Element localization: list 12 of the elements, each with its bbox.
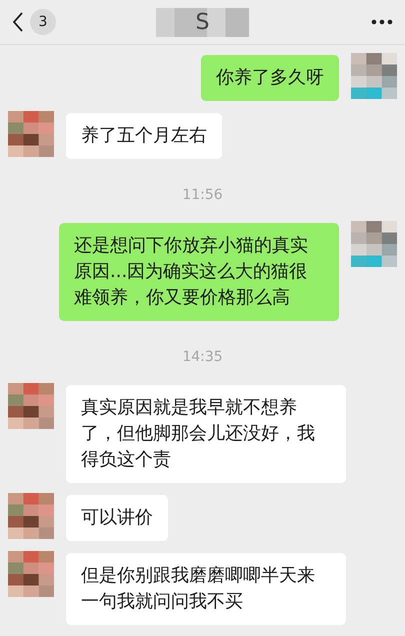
back-icon[interactable] xyxy=(12,11,24,33)
message-bubble: 你养了多久呀 xyxy=(201,55,339,101)
unread-badge: 3 xyxy=(30,9,56,35)
message-bubble: 真实原因就是我早就不想养了，但他脚那会儿还没好，我得负这个责 xyxy=(66,385,346,483)
message-bubble: 可以讲价 xyxy=(66,495,168,541)
message-bubble: 但是你别跟我磨磨唧唧半天来一句我就问问我不买 xyxy=(66,553,346,625)
timestamp: 11:56 xyxy=(182,187,223,203)
timestamp: 14:35 xyxy=(182,349,223,365)
message-bubble: 养了五个月左右 xyxy=(66,113,222,159)
chat-title: S xyxy=(156,8,250,36)
more-icon[interactable] xyxy=(371,19,393,25)
message-bubble: 还是想问下你放弃小猫的真实原因...因为确实这么大的猫很难领养，你又要价格那么高 xyxy=(59,223,339,321)
